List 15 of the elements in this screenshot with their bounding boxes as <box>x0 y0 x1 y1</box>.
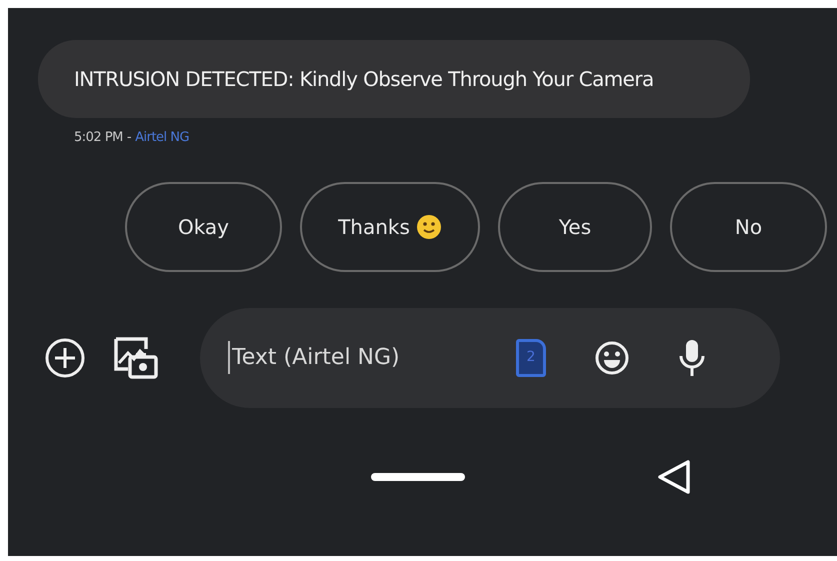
sender-label: Airtel NG <box>135 129 190 147</box>
separator: - <box>126 129 132 147</box>
message-input[interactable]: Text (Airtel NG) <box>228 341 468 374</box>
suggestion-chip[interactable]: No <box>670 182 827 272</box>
suggestion-chip[interactable]: Okay <box>125 182 282 272</box>
microphone-icon[interactable] <box>678 338 706 378</box>
message-time: 5:02 PM <box>74 129 123 147</box>
add-icon[interactable] <box>44 336 86 378</box>
smiley-icon <box>416 214 442 240</box>
message-bubble: INTRUSION DETECTED: Kindly Observe Through Your Camera <box>38 40 750 118</box>
emoji-icon[interactable] <box>594 340 630 376</box>
home-handle[interactable] <box>371 472 465 480</box>
suggestion-chip[interactable]: Yes <box>498 182 652 272</box>
back-icon[interactable] <box>655 458 693 496</box>
suggestion-chip[interactable]: Thanks <box>300 182 480 272</box>
